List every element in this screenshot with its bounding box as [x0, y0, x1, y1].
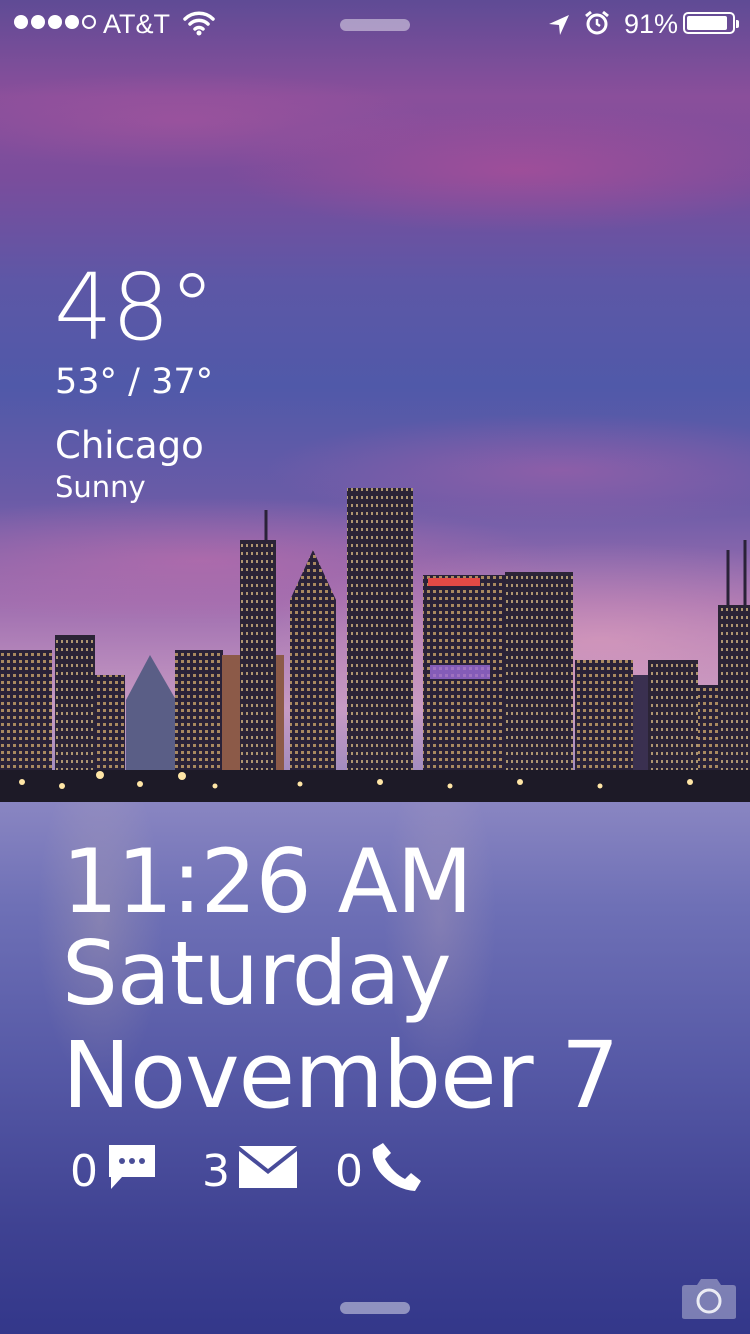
high-low-temperature: 53° / 37° [55, 362, 214, 402]
messages-notification: 0 [70, 1144, 158, 1198]
weather-city: Chicago [55, 424, 204, 467]
lock-screen-time: 11:26 AM [62, 830, 473, 933]
control-center-grabber[interactable] [340, 1302, 410, 1314]
lock-screen-date: November 7 [62, 1022, 619, 1129]
alarm-clock-icon [584, 10, 610, 43]
message-bubble-icon [106, 1142, 158, 1203]
calls-notification: 0 [335, 1142, 423, 1198]
calls-count: 0 [335, 1146, 363, 1197]
camera-icon[interactable] [681, 1276, 737, 1324]
battery-level-fill [687, 16, 727, 30]
wifi-icon [183, 10, 215, 43]
envelope-icon [238, 1145, 298, 1200]
location-arrow-icon [548, 12, 570, 43]
battery-percentage: 91% [624, 9, 679, 39]
signal-strength-indicator [14, 15, 99, 46]
weather-condition: Sunny [55, 470, 146, 504]
lock-screen-weekday: Saturday [62, 922, 452, 1025]
mail-count: 3 [202, 1146, 230, 1197]
messages-count: 0 [70, 1146, 98, 1197]
city-skyline-image [0, 488, 750, 802]
current-temperature: 48° [54, 254, 215, 361]
battery-icon [683, 12, 739, 34]
carrier-name: AT&T [103, 9, 170, 39]
notification-center-grabber[interactable] [340, 19, 410, 31]
mail-notification: 3 [202, 1145, 298, 1200]
phone-icon [371, 1141, 423, 1204]
